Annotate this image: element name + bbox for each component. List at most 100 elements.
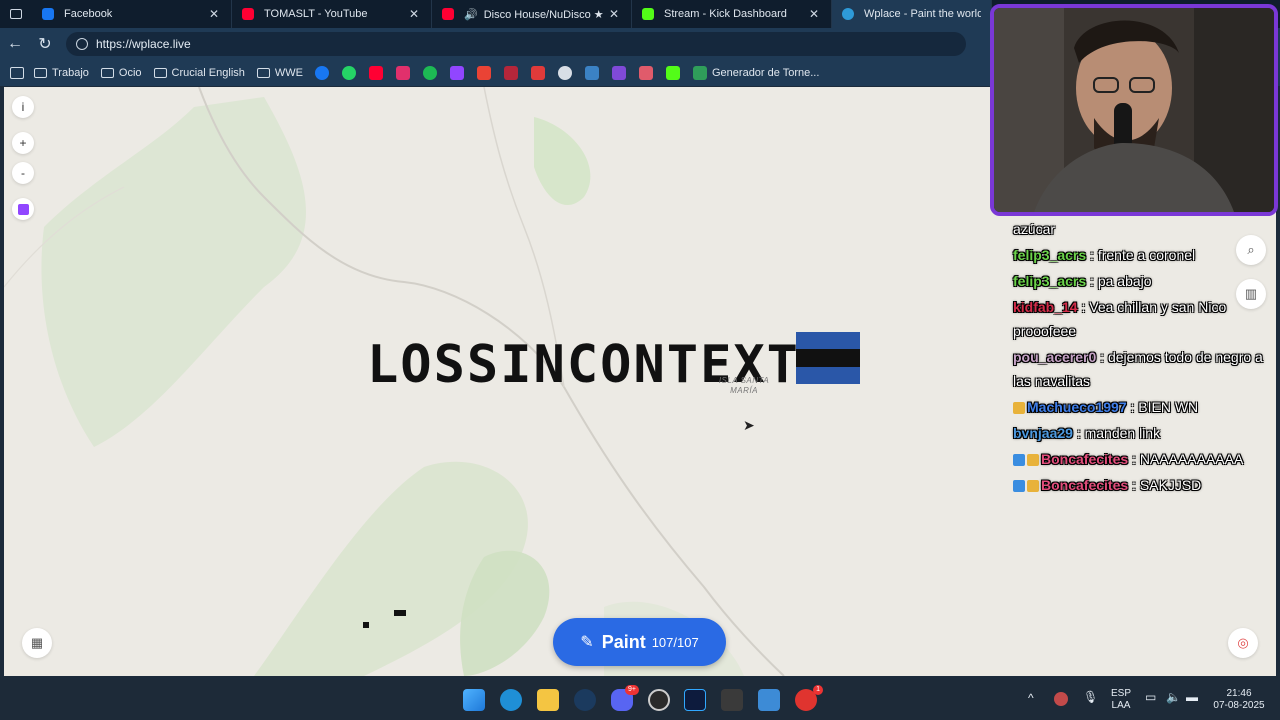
tab-youtube[interactable]: TOMASLT - YouTube ✕ [232,0,432,28]
chat-username: pou_acerer0 [1013,349,1097,365]
stream-chat-overlay: azúcar felip3_acrs : frente a coronel fe… [1013,217,1263,499]
volume-icon[interactable]: 🔈 [1166,691,1181,703]
chat-text: : manden link [1072,425,1161,441]
crown-badge-icon [1027,454,1039,467]
close-icon[interactable]: ✕ [207,7,221,21]
bookmark-label: Ocio [118,67,142,79]
clock[interactable]: 21:46 07-08-2025 [1208,688,1270,712]
chat-message: felip3_acrs : frente a coronel [1013,243,1263,267]
bookmark-folder-trabajo[interactable]: Trabajo [34,67,89,79]
keyboard-layout: LAA [1111,700,1131,711]
youtube-icon[interactable] [369,66,383,80]
kick-icon[interactable] [666,66,680,80]
bookmark-folder-ocio[interactable]: Ocio [100,67,142,79]
app-icon[interactable] [612,66,626,80]
chat-username: Boncafecites [1041,451,1129,467]
close-icon[interactable]: ✕ [607,7,621,21]
chat-text: : pa abajo [1086,273,1152,289]
tab-facebook[interactable]: Facebook ✕ [32,0,232,28]
ea-app-icon[interactable]: 1 [795,685,823,711]
chat-text: : frente a coronel [1086,247,1196,263]
chat-username: felip3_acrs [1013,273,1087,289]
streaming-icon[interactable] [504,66,518,80]
spotify-icon[interactable] [423,66,437,80]
chat-message: felip3_acrs : pa abajo [1013,269,1263,293]
chat-message: azúcar [1013,217,1263,241]
gmail-icon[interactable] [477,66,491,80]
twitch-icon [17,203,29,215]
tab-kick-dashboard[interactable]: Stream - Kick Dashboard ✕ [632,0,832,28]
chatgpt-icon[interactable] [558,66,572,80]
chat-message: Boncafecites : SAKJJSD [1013,473,1263,497]
wplace-icon [842,8,854,20]
tab-title: Facebook [64,8,113,20]
kick-icon [642,8,654,20]
back-icon[interactable]: ← [0,28,30,60]
show-hidden-icons[interactable]: ^ [1028,692,1034,704]
bookmark-label: Trabajo [52,67,89,79]
obs-icon[interactable] [648,689,670,711]
steam-icon[interactable] [574,689,596,711]
close-icon[interactable]: ✕ [807,7,821,21]
bookmark-generador[interactable]: Generador de Torne... [693,66,819,80]
close-icon[interactable]: ✕ [407,7,421,21]
moderator-badge-icon [1013,480,1025,493]
battery-icon[interactable]: ▬ [1186,691,1198,703]
brush-icon: ✎ [580,634,594,651]
chat-message: pou_acerer0 : dejemos todo de negro a la… [1013,345,1263,393]
tray-app-icon[interactable] [1054,692,1068,706]
gift-icon[interactable] [639,66,653,80]
reload-icon[interactable]: ↻ [30,28,60,60]
chat-text: azúcar [1013,221,1056,237]
site-info-icon[interactable] [76,38,88,50]
webcam-overlay [990,4,1278,216]
notes-icon[interactable] [585,66,599,80]
facebook-icon [42,8,54,20]
twitch-icon[interactable] [450,66,464,80]
info-button[interactable]: i [12,96,34,118]
chat-text: : SAKJJSD [1128,477,1202,493]
start-icon[interactable] [463,689,485,711]
pixel-art-flag [796,332,860,384]
address-bar[interactable]: https://wplace.live [66,32,966,56]
facebook-icon[interactable] [315,66,329,80]
notification-badge: 9+ [625,685,639,695]
file-explorer-icon[interactable] [537,689,559,711]
bookmark-folder-wwe[interactable]: WWE [256,67,303,79]
tab-actions-icon[interactable] [0,0,32,28]
flag-stripe-bottom [796,366,860,384]
chat-username: kidfab_14 [1013,299,1078,315]
flag-stripe-middle [796,349,860,367]
tab-wplace[interactable]: Wplace - Paint the world [832,0,992,28]
webcam-feed [994,8,1274,212]
locate-button[interactable]: ◎ [1228,628,1258,658]
trophy-icon [693,66,707,80]
locate-icon: ◎ [1237,635,1249,650]
zoom-out-button[interactable]: - [12,162,34,184]
discord-icon[interactable]: 9+ [611,685,639,711]
photoshop-icon[interactable] [684,689,706,711]
instagram-icon[interactable] [396,66,410,80]
language-indicator[interactable]: ESP LAA [1108,688,1134,712]
speaker-icon[interactable]: 🔊 [464,8,478,21]
twitch-button[interactable] [12,198,34,220]
tab-title: Wplace - Paint the world [864,8,981,20]
bookmark-folder-crucial-english[interactable]: Crucial English [153,67,245,79]
bookmark-label: Generador de Torne... [712,67,820,79]
edge-icon[interactable] [500,689,522,711]
photos-icon[interactable] [758,689,780,711]
collections-icon[interactable] [10,67,24,79]
tab-disco-house[interactable]: 🔊 Disco House/NuDisco ★ Me ✕ [432,0,632,28]
url-text: https://wplace.live [96,37,191,51]
network-icon[interactable]: ▭ [1145,691,1156,703]
zoom-in-button[interactable]: + [12,132,34,154]
place-label: ISLA SANTA MARÍA [709,376,779,396]
osu-icon[interactable] [531,66,545,80]
youtube-icon [442,8,454,20]
whatsapp-icon[interactable] [342,66,356,80]
folder-icon [100,68,114,78]
microphone-icon[interactable]: 🎙 [1083,691,1098,703]
notion-icon[interactable] [721,689,743,711]
map-layers-button[interactable]: ▦ [22,628,52,658]
paint-button[interactable]: ✎ Paint 107/107 [553,618,726,666]
